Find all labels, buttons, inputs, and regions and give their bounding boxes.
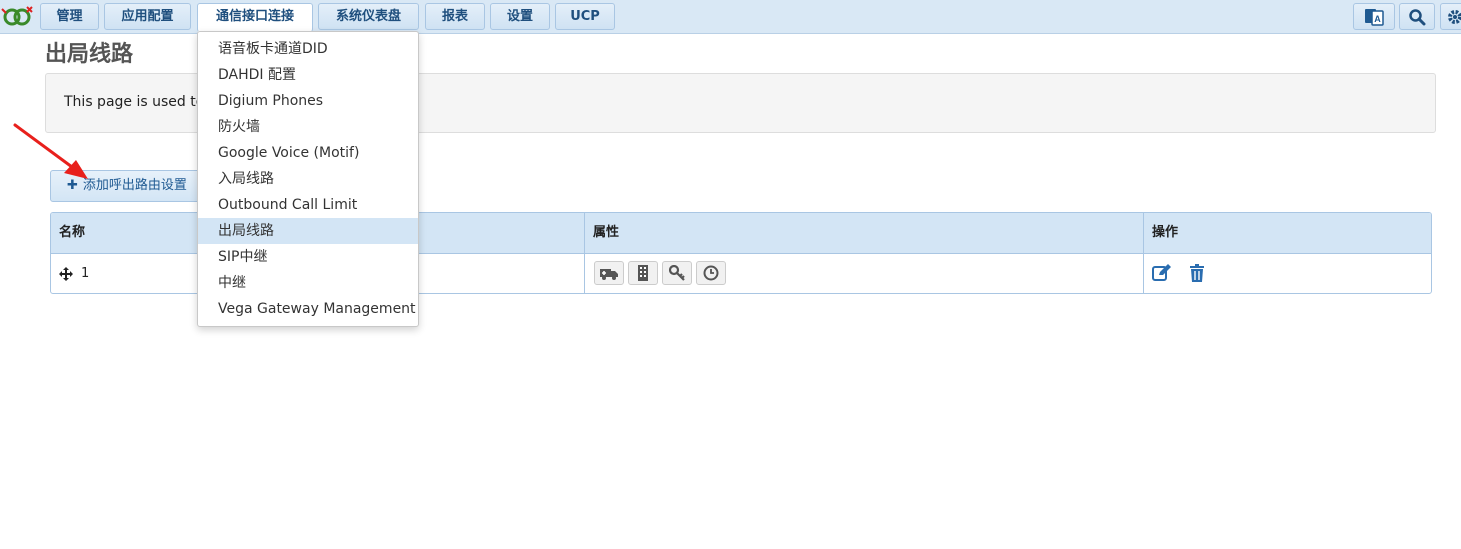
menu-item-vega-gateway[interactable]: Vega Gateway Management [198, 296, 418, 322]
edit-icon[interactable] [1151, 263, 1173, 283]
column-divider [584, 213, 585, 293]
nav-reports[interactable]: 报表 [425, 3, 485, 30]
connectivity-dropdown-menu: 语音板卡通道DID DAHDI 配置 Digium Phones 防火墙 Goo… [197, 31, 419, 327]
menu-item-digium-phones[interactable]: Digium Phones [198, 88, 418, 114]
settings-gear-button[interactable] [1440, 3, 1461, 30]
nav-admin[interactable]: 管理 [40, 3, 99, 30]
nav-ucp[interactable]: UCP [555, 3, 615, 30]
clock-icon[interactable] [696, 261, 726, 285]
building-icon[interactable] [628, 261, 658, 285]
language-button[interactable]: A [1353, 3, 1395, 30]
menu-item-outbound-routes[interactable]: 出局线路 [198, 218, 418, 244]
column-header-attributes[interactable]: 属性 [585, 213, 1144, 253]
svg-text:A: A [1374, 14, 1381, 24]
menu-item-outbound-call-limit[interactable]: Outbound Call Limit [198, 192, 418, 218]
page-title: 出局线路 [45, 42, 134, 67]
menu-item-did[interactable]: 语音板卡通道DID [198, 36, 418, 62]
annotation-arrow [13, 123, 88, 179]
emergency-vehicle-icon[interactable] [594, 261, 624, 285]
search-icon [1409, 8, 1426, 25]
menu-item-firewall[interactable]: 防火墙 [198, 114, 418, 140]
top-nav-bar: 管理 应用配置 通信接口连接 系统仪表盘 报表 设置 UCP A [0, 0, 1461, 34]
menu-item-inbound-routes[interactable]: 入局线路 [198, 166, 418, 192]
nav-settings[interactable]: 设置 [490, 3, 550, 30]
menu-item-dahdi-config[interactable]: DAHDI 配置 [198, 62, 418, 88]
column-divider [1143, 213, 1144, 293]
language-icon: A [1365, 8, 1384, 26]
key-icon[interactable] [662, 261, 692, 285]
nav-dashboard[interactable]: 系统仪表盘 [318, 3, 419, 30]
trash-icon[interactable] [1186, 263, 1208, 283]
move-icon[interactable] [59, 254, 79, 293]
column-header-actions[interactable]: 操作 [1144, 213, 1431, 253]
route-name: 1 [81, 266, 90, 281]
info-text: This page is used to [64, 94, 205, 110]
menu-item-google-voice[interactable]: Google Voice (Motif) [198, 140, 418, 166]
nav-connectivity[interactable]: 通信接口连接 [197, 3, 313, 32]
menu-item-sip-trunk[interactable]: SIP中继 [198, 244, 418, 270]
search-button[interactable] [1399, 3, 1435, 30]
gear-icon [1448, 9, 1461, 24]
logo-icon[interactable] [0, 4, 36, 30]
nav-applications[interactable]: 应用配置 [104, 3, 191, 30]
menu-item-trunks[interactable]: 中继 [198, 270, 418, 296]
